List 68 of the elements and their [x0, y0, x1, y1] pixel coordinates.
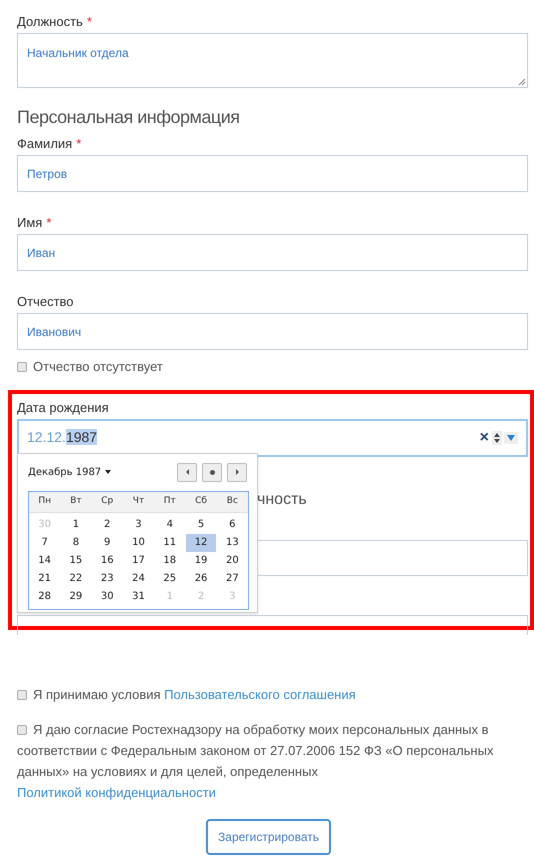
register-button[interactable]: Зарегистрировать — [206, 818, 331, 854]
calendar-day[interactable]: 29 — [60, 588, 91, 606]
weekday-header: Вс — [226, 494, 239, 508]
calendar-day[interactable]: 25 — [154, 570, 185, 588]
calendar-day[interactable]: 1 — [60, 516, 91, 534]
field-label: Имя — [17, 215, 42, 231]
calendar-day[interactable]: 8 — [60, 534, 91, 552]
field-label: Дата рождения — [17, 400, 109, 416]
calendar-day[interactable]: 18 — [154, 552, 185, 570]
calendar-day[interactable]: 11 — [154, 534, 185, 552]
calendar-day[interactable]: 21 — [30, 570, 60, 588]
weekday-header: Пн — [37, 494, 52, 508]
next-month-button[interactable] — [227, 462, 247, 482]
calendar-day[interactable]: 5 — [186, 516, 216, 534]
checkbox[interactable] — [17, 690, 27, 700]
text-field[interactable]: Иванович — [17, 313, 528, 350]
dropdown-arrow-icon[interactable] — [504, 432, 518, 444]
position-textarea[interactable]: Начальник отдела — [17, 33, 528, 88]
clear-button[interactable]: × — [480, 430, 489, 446]
agreement-text: Я даю согласие Ростехнадзору на обработку моих персональных данных в соответствии с Федеральным законом от 27.07.2006 152 ФЗ «О персональных данных» на условиях и для целей, определенных Политикой конфиденциальности — [17, 720, 494, 802]
required-mark: * — [46, 215, 52, 231]
calendar-day[interactable]: 4 — [154, 516, 185, 534]
month-selector[interactable]: Декабрь 1987 — [28, 464, 112, 480]
field-label: Должность — [17, 14, 83, 30]
calendar-day[interactable]: 28 — [30, 588, 60, 606]
calendar-day[interactable]: 13 — [217, 534, 248, 552]
calendar-day[interactable]: 10 — [123, 534, 154, 552]
calendar-day[interactable]: 17 — [123, 552, 154, 570]
weekday-header: Чт — [132, 494, 146, 508]
text-field[interactable]: Петров — [17, 155, 528, 192]
calendar-day[interactable]: 26 — [186, 570, 216, 588]
weekday-header: Пт — [162, 494, 177, 508]
calendar-day[interactable]: 14 — [30, 552, 60, 570]
calendar-day[interactable]: 23 — [92, 570, 122, 588]
required-mark: * — [76, 136, 82, 152]
calendar-day[interactable]: 12 — [186, 534, 216, 552]
spinner-icon[interactable] — [492, 430, 502, 444]
calendar-day[interactable]: 22 — [60, 570, 91, 588]
required-mark: * — [86, 14, 92, 30]
checkbox[interactable] — [17, 362, 27, 372]
resize-handle-icon — [518, 78, 526, 86]
calendar-day[interactable]: 3 — [123, 516, 154, 534]
hidden-section-heading: чность — [257, 490, 307, 510]
date-value: 12.12.1987 — [27, 428, 98, 447]
calendar-day[interactable]: 7 — [30, 534, 60, 552]
checkbox[interactable] — [17, 724, 27, 734]
calendar-day[interactable]: 31 — [123, 588, 154, 606]
checkbox-label: Отчество отсутствует — [33, 358, 163, 376]
calendar-day[interactable]: 16 — [92, 552, 122, 570]
calendar-day[interactable]: 20 — [217, 552, 248, 570]
weekday-header: Ср — [100, 494, 114, 508]
field-label: Фамилия — [17, 136, 72, 152]
calendar-day[interactable]: 30 — [92, 588, 122, 606]
calendar-day[interactable]: 6 — [217, 516, 248, 534]
weekday-header: Сб — [194, 494, 208, 508]
previous-month-button[interactable] — [177, 462, 197, 482]
calendar-day[interactable]: 27 — [217, 570, 248, 588]
field-label: Отчество — [17, 294, 74, 310]
calendar-day[interactable]: 19 — [186, 552, 216, 570]
agreement-text: Я принимаю условия Пользовательского соглашения — [17, 684, 518, 704]
text-field[interactable]: Иван — [17, 234, 528, 271]
calendar-day[interactable]: 2 — [92, 516, 122, 534]
weekday-header: Вт — [69, 494, 83, 508]
calendar-day[interactable]: 15 — [60, 552, 91, 570]
today-button[interactable] — [202, 462, 222, 482]
calendar-day[interactable]: 9 — [92, 534, 122, 552]
calendar-day[interactable]: 24 — [123, 570, 154, 588]
section-heading: Персональная информация — [17, 106, 241, 129]
